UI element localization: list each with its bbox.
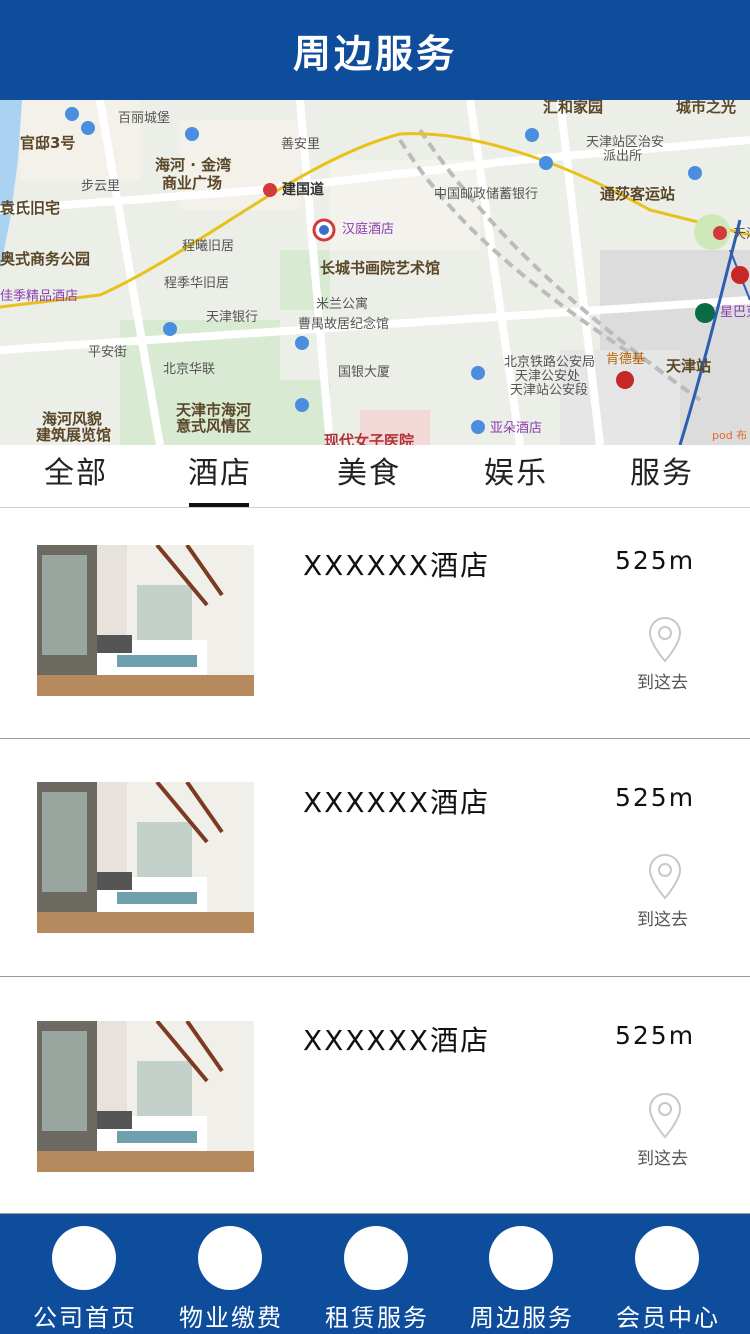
tab-service[interactable]: 服务	[630, 459, 694, 489]
member-icon	[635, 1226, 699, 1290]
place-distance: 525m	[615, 1021, 696, 1050]
map-label: 天津公安处	[515, 369, 581, 384]
tab-food[interactable]: 美食	[337, 459, 401, 489]
category-tabs: 全部 酒店 美食 娱乐 服务	[0, 445, 750, 508]
map-label: 海河 · 金湾	[155, 156, 232, 174]
list-item[interactable]: XXXXXX酒店 525m 到这去	[0, 977, 750, 1214]
map-label: 建筑展览馆	[36, 426, 112, 444]
navigate-button[interactable]: 到这去	[635, 616, 695, 693]
place-name: XXXXXX酒店	[303, 1024, 491, 1057]
map-label: 曹禺故居纪念馆	[298, 317, 390, 332]
navigate-label: 到这去	[637, 673, 688, 693]
map-label: 通莎客运站	[600, 185, 676, 203]
list-item[interactable]: XXXXXX酒店 525m 到这去	[0, 508, 750, 739]
map-label: 星巴克	[720, 305, 750, 320]
place-name: XXXXXX酒店	[303, 549, 491, 582]
map-label: 亚朵酒店	[490, 421, 543, 436]
place-distance: 525m	[615, 546, 696, 575]
nav-label: 会员中心	[616, 1304, 720, 1332]
map-label: 现代女子医院	[324, 432, 415, 446]
map-label: 百丽城堡	[118, 111, 171, 126]
tab-entertainment[interactable]: 娱乐	[484, 459, 548, 489]
navigate-label: 到这去	[637, 910, 688, 930]
map-label: 汇和家园	[543, 100, 604, 116]
map-label: 天津站公安段	[510, 383, 589, 398]
map-label: 步云里	[81, 179, 121, 194]
map-label: 佳季精品酒店	[0, 289, 79, 304]
map-label: 商业广场	[162, 174, 223, 192]
bottom-nav: 公司首页 物业缴费 租赁服务 周边服务 会员中心	[0, 1214, 750, 1334]
nav-label: 租赁服务	[325, 1304, 429, 1332]
page-title: 周边服务	[292, 31, 457, 76]
navigate-button[interactable]: 到这去	[635, 1092, 695, 1169]
map-label: 官邸3号	[20, 134, 76, 152]
list-item[interactable]: XXXXXX酒店 525m 到这去	[0, 739, 750, 977]
map-label: 城市之光	[676, 100, 737, 116]
home-icon	[52, 1226, 116, 1290]
map-view[interactable]: 汇和家园 城市之光 官邸3号 百丽城堡 天津站区治安 派出所 海河 · 金湾 商…	[0, 100, 750, 445]
nav-label: 物业缴费	[179, 1304, 283, 1332]
location-pin-icon	[648, 853, 682, 900]
hotel-thumbnail	[37, 1021, 254, 1172]
nav-item-nearby[interactable]: 周边服务	[452, 1214, 592, 1334]
map-label: 北京铁路公安局	[504, 355, 596, 370]
map-label: 国银大厦	[338, 365, 391, 380]
nav-item-member[interactable]: 会员中心	[598, 1214, 738, 1334]
map-label: 天津站	[666, 357, 712, 375]
map-label: 北京华联	[163, 362, 216, 377]
map-label: 中国邮政储蓄银行	[434, 187, 539, 202]
map-label: 袁氏旧宅	[0, 199, 61, 217]
rental-icon	[344, 1226, 408, 1290]
nearby-icon	[489, 1226, 553, 1290]
map-label: 平安街	[88, 345, 128, 360]
nav-item-home[interactable]: 公司首页	[15, 1214, 155, 1334]
place-name: XXXXXX酒店	[303, 786, 491, 819]
navigate-label: 到这去	[637, 1149, 688, 1169]
tab-all[interactable]: 全部	[44, 459, 108, 489]
map-label: 天津市海河	[176, 401, 252, 419]
map-label: 派出所	[603, 149, 643, 164]
location-pin-icon	[648, 1092, 682, 1139]
map-label: pod 布	[712, 429, 748, 442]
map-label: 建国道	[282, 182, 324, 198]
map-label: 天津银行	[206, 310, 259, 325]
tab-hotel[interactable]: 酒店	[188, 459, 252, 489]
map-label: 奥式商务公园	[0, 250, 91, 268]
nav-label: 周边服务	[470, 1304, 574, 1332]
map-label: 海河风貌	[42, 410, 103, 428]
map-label: 程曦旧居	[182, 239, 235, 254]
map-label: 天津	[733, 227, 750, 242]
location-pin-icon	[648, 616, 682, 663]
navigate-button[interactable]: 到这去	[635, 853, 695, 930]
hotel-thumbnail	[37, 545, 254, 696]
map-label: 汉庭酒店	[342, 222, 395, 237]
map-label: 意式风情区	[176, 417, 252, 435]
map-label: 肯德基	[606, 352, 646, 367]
map-label: 程季华旧居	[164, 276, 230, 291]
map-label: 米兰公寓	[316, 297, 369, 312]
payment-icon	[198, 1226, 262, 1290]
map-label: 天津站区治安	[586, 135, 665, 150]
header-bar: 周边服务	[0, 0, 750, 100]
map-label: 长城书画院艺术馆	[320, 259, 441, 277]
nav-item-rental[interactable]: 租赁服务	[307, 1214, 447, 1334]
hotel-thumbnail	[37, 782, 254, 933]
place-distance: 525m	[615, 783, 696, 812]
active-tab-indicator	[189, 503, 249, 507]
nav-label: 公司首页	[33, 1304, 137, 1332]
nav-item-payment[interactable]: 物业缴费	[161, 1214, 301, 1334]
map-label: 善安里	[281, 137, 321, 152]
